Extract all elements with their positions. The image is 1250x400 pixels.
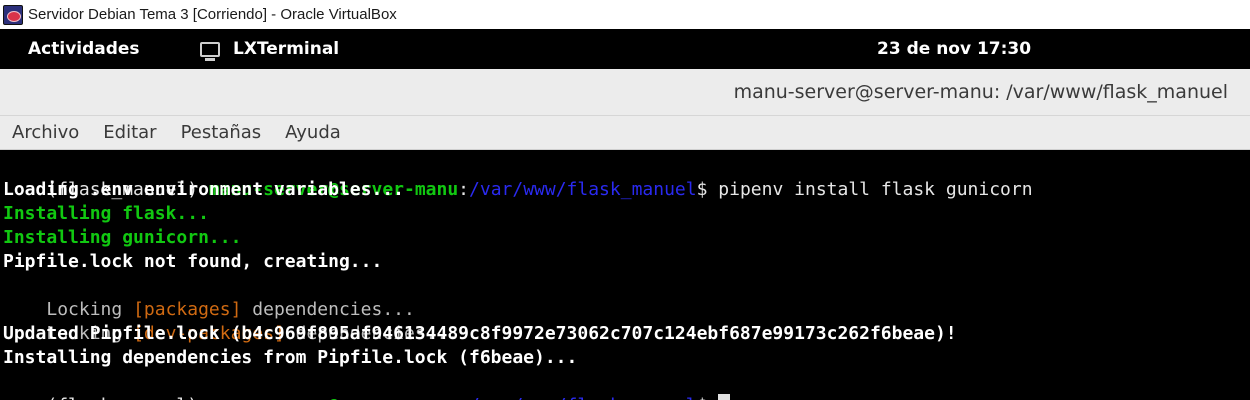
terminal-icon	[200, 42, 220, 61]
locking-tag: [packages]	[133, 299, 242, 320]
menu-bar: Archivo Editar Pestañas Ayuda	[0, 116, 1250, 150]
prompt-dollar: $	[696, 179, 719, 200]
gnome-top-bar: Actividades LXTerminal 23 de nov 17:30	[0, 29, 1250, 69]
clock[interactable]: 23 de nov 17:30	[877, 39, 1031, 59]
virtualbox-icon	[3, 4, 23, 25]
terminal-window-title: manu-server@server-manu: /var/www/flask_…	[733, 81, 1228, 103]
activities-button[interactable]: Actividades	[28, 39, 140, 59]
terminal-titlebar: manu-server@server-manu: /var/www/flask_…	[0, 69, 1250, 116]
window-title: Servidor Debian Tema 3 [Corriendo] - Ora…	[28, 6, 397, 23]
terminal-cursor[interactable]	[718, 394, 731, 400]
terminal-line: Locking [packages] dependencies...	[3, 274, 1250, 320]
terminal-line: Installing dependencies from Pipfile.loc…	[3, 347, 578, 368]
terminal-line: Installing gunicorn...	[3, 227, 242, 248]
menu-editar[interactable]: Editar	[103, 122, 156, 143]
prompt-env: (flask_manuel)	[46, 395, 209, 400]
prompt-path: /var/www/flask_manuel	[469, 179, 697, 200]
prompt-colon: :	[458, 395, 469, 400]
prompt-user-host: manu-server@server-manu	[209, 395, 458, 400]
app-menu-lxterminal[interactable]: LXTerminal	[200, 39, 340, 61]
terminal-line: Installing flask...	[3, 203, 209, 224]
menu-ayuda[interactable]: Ayuda	[285, 122, 341, 143]
locking-text: Locking	[46, 299, 134, 320]
terminal-line: (flask_manuel) manu-server@server-manu:/…	[3, 154, 1250, 200]
prompt-path: /var/www/flask_manuel	[469, 395, 697, 400]
prompt-colon: :	[458, 179, 470, 200]
prompt-dollar: $	[697, 395, 719, 400]
command-text: pipenv install flask gunicorn	[718, 179, 1033, 200]
terminal-line: (flask_manuel) manu-server@server-manu:/…	[3, 370, 1250, 400]
virtualbox-titlebar: Servidor Debian Tema 3 [Corriendo] - Ora…	[0, 0, 1250, 29]
terminal-line: Updated Pipfile.lock (b4c969f895af946134…	[3, 323, 957, 344]
terminal-line: Pipfile.lock not found, creating...	[3, 251, 383, 272]
terminal-output[interactable]: (flask_manuel) manu-server@server-manu:/…	[0, 151, 1250, 400]
menu-pestanas[interactable]: Pestañas	[181, 122, 262, 143]
menu-archivo[interactable]: Archivo	[12, 122, 79, 143]
app-name: LXTerminal	[233, 39, 340, 59]
locking-text: dependencies...	[241, 299, 415, 320]
